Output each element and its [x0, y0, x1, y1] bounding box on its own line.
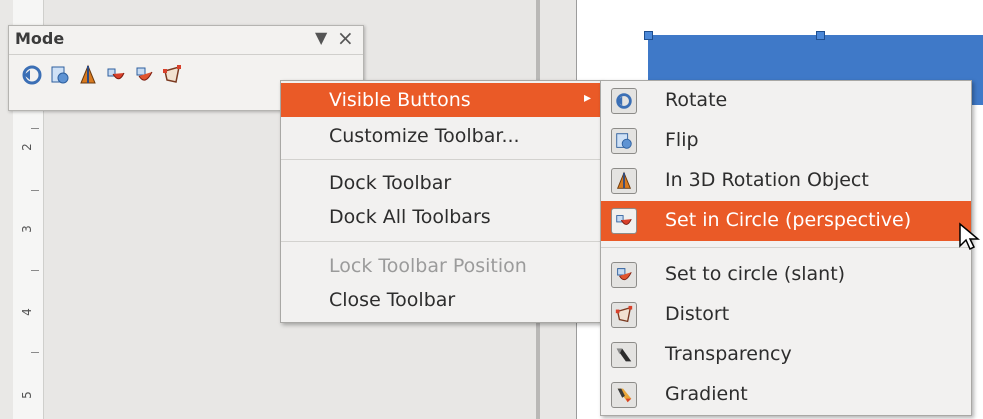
selection-handle[interactable] [644, 31, 653, 40]
menu-separator [281, 241, 601, 242]
distort-icon[interactable] [161, 64, 183, 86]
menu-item-customize-toolbar[interactable]: Customize Toolbar... [281, 119, 601, 153]
selection-handle[interactable] [816, 31, 825, 40]
flip-icon[interactable] [49, 64, 71, 86]
ruler-tick [31, 190, 39, 191]
set-to-circle-slant-icon[interactable] [133, 64, 155, 86]
menu-item-close-toolbar[interactable]: Close Toolbar [281, 283, 601, 317]
submenu-item-in-3d-rotation-object[interactable]: In 3D Rotation Object [601, 161, 971, 201]
submenu-item-label: Set in Circle (perspective) [665, 209, 912, 231]
menu-item-label: Lock Toolbar Position [329, 255, 527, 277]
submenu-item-set-in-circle-perspective[interactable]: Set in Circle (perspective) [601, 201, 971, 241]
submenu-item-set-to-circle-slant[interactable]: Set to circle (slant) [601, 255, 971, 295]
menu-item-label: Close Toolbar [329, 289, 456, 311]
transparency-icon [611, 342, 637, 368]
set-to-circle-slant-icon [611, 262, 637, 288]
in-3d-rotation-object-icon [611, 168, 637, 194]
in-3d-rotation-object-icon[interactable] [77, 64, 99, 86]
ruler-number: 3 [19, 225, 34, 233]
menu-item-label: Customize Toolbar... [329, 125, 520, 147]
toolbar-title: Mode [15, 29, 65, 48]
ruler-tick [31, 270, 39, 271]
flip-icon [611, 128, 637, 154]
ruler-number: 5 [19, 391, 34, 399]
toolbar-context-menu: Visible Buttons ▸ Customize Toolbar... D… [280, 80, 602, 323]
menu-item-label: Dock Toolbar [329, 172, 452, 194]
menu-separator [601, 247, 971, 248]
toolbar-close-icon[interactable]: × [337, 26, 354, 50]
submenu-item-label: Distort [665, 303, 730, 325]
menu-item-label: Dock All Toolbars [329, 206, 491, 228]
submenu-item-label: Rotate [665, 89, 728, 111]
gradient-icon [611, 382, 637, 408]
ruler-number: 4 [19, 308, 34, 316]
menu-item-lock-toolbar-position: Lock Toolbar Position [281, 249, 601, 283]
submenu-item-rotate[interactable]: Rotate [601, 81, 971, 121]
submenu-item-gradient[interactable]: Gradient [601, 375, 971, 415]
menu-item-label: Visible Buttons [329, 89, 471, 111]
visible-buttons-submenu: Rotate Flip In 3D Rotation Object Set in… [600, 80, 972, 416]
set-in-circle-perspective-icon[interactable] [105, 64, 127, 86]
ruler-tick [31, 128, 39, 129]
submenu-arrow-icon: ▸ [583, 90, 591, 106]
toolbar-divider [9, 54, 363, 55]
submenu-item-label: Gradient [665, 383, 748, 405]
distort-icon [611, 302, 637, 328]
rotate-icon [611, 88, 637, 114]
submenu-item-label: Transparency [665, 343, 792, 365]
ruler-tick [31, 352, 39, 353]
submenu-item-label: Set to circle (slant) [665, 263, 846, 285]
set-in-circle-perspective-icon [611, 208, 637, 234]
submenu-item-label: Flip [665, 129, 699, 151]
submenu-item-flip[interactable]: Flip [601, 121, 971, 161]
submenu-item-distort[interactable]: Distort [601, 295, 971, 335]
mouse-pointer-icon [958, 222, 981, 256]
toolbar-dropdown-icon[interactable]: ▼ [315, 28, 327, 47]
submenu-item-label: In 3D Rotation Object [665, 169, 869, 191]
menu-item-visible-buttons[interactable]: Visible Buttons ▸ [281, 83, 601, 117]
menu-separator [281, 159, 601, 160]
rotate-icon[interactable] [21, 64, 43, 86]
ruler-number: 2 [19, 143, 34, 151]
submenu-item-transparency[interactable]: Transparency [601, 335, 971, 375]
menu-item-dock-all-toolbars[interactable]: Dock All Toolbars [281, 200, 601, 234]
menu-item-dock-toolbar[interactable]: Dock Toolbar [281, 166, 601, 200]
